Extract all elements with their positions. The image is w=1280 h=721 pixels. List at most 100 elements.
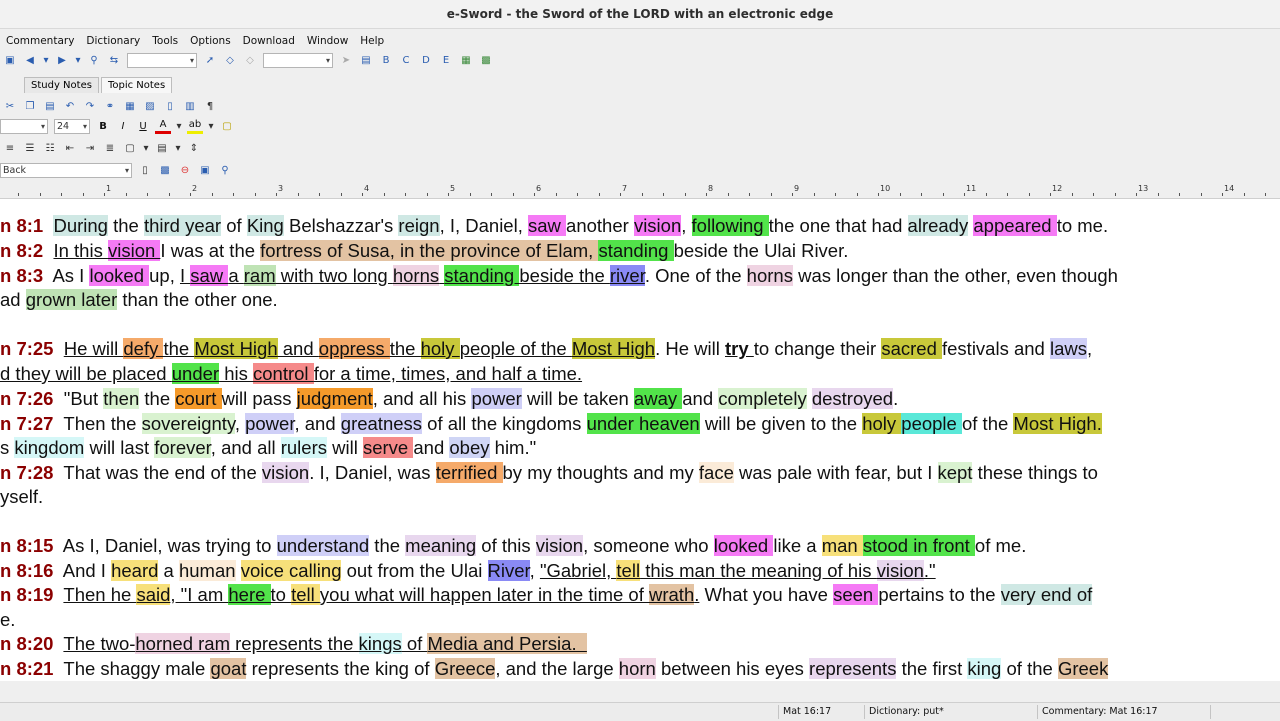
verse-text: Then he (63, 584, 137, 605)
copy-icon[interactable]: ❐ (22, 98, 38, 114)
dictionary-icon[interactable]: D (418, 52, 434, 68)
menu-options[interactable]: Options (184, 35, 237, 47)
highlight-dropdown-icon[interactable]: ▾ (207, 118, 215, 134)
bullet-list-icon[interactable]: ☷ (42, 140, 58, 156)
style-combo[interactable]: Back ▾ (0, 162, 132, 178)
ruler-tick (620, 193, 621, 196)
menu-dictionary[interactable]: Dictionary (80, 35, 146, 47)
verse-reference: n 7:27 (0, 413, 54, 434)
border-icon[interactable]: ▢ (122, 140, 138, 156)
export-icon[interactable]: ▣ (197, 162, 213, 178)
verse-line: n 7:25 He will defy the Most High and op… (0, 337, 1092, 361)
new-page-icon[interactable]: ▯ (137, 162, 153, 178)
note-icon[interactable]: ▢ (219, 118, 235, 134)
forward-dropdown-icon[interactable]: ▾ (74, 52, 82, 68)
image-icon[interactable]: ▦ (458, 52, 474, 68)
cut-icon[interactable]: ✂ (2, 98, 18, 114)
topic-notes-editor[interactable]: n 8:1 During the third year of King Bels… (0, 199, 1280, 681)
verse-text: sacred (881, 338, 942, 359)
verse-line: n 7:26 "But then the court will pass jud… (0, 387, 898, 411)
verse-text: forever (154, 437, 211, 458)
ruler-tick (448, 193, 449, 196)
binoculars-icon[interactable]: ⚲ (86, 52, 102, 68)
ruler-tick (771, 193, 772, 196)
highlight-icon[interactable]: ab (187, 119, 203, 134)
forward-icon[interactable]: ▶ (54, 52, 70, 68)
verse-text: kingdom (14, 437, 85, 458)
ruler[interactable]: 123456789101112131415 (0, 184, 1280, 199)
bold-icon[interactable]: B (95, 118, 111, 134)
verse-reference: n 8:15 (0, 535, 54, 556)
verse-text: like a (773, 535, 822, 556)
lookup-icon[interactable]: ⇆ (106, 52, 122, 68)
verse-text: In this (53, 240, 108, 261)
underline-icon[interactable]: U (135, 118, 151, 134)
verse-text: of me. (974, 535, 1027, 556)
numbered-list-icon[interactable]: ☰ (22, 140, 38, 156)
ruler-number: 10 (880, 184, 891, 193)
ruler-tick (857, 193, 858, 196)
reference-combo[interactable]: ▾ (127, 52, 197, 68)
font-size-combo[interactable]: 24 ▾ (54, 118, 90, 134)
ruler-tick (427, 193, 428, 196)
spacing-dropdown-icon[interactable]: ▾ (174, 140, 182, 156)
verse-text: river (609, 265, 645, 286)
menu-download[interactable]: Download (237, 35, 301, 47)
spacing-icon[interactable]: ▤ (154, 140, 170, 156)
ruler-tick (384, 193, 385, 196)
insert-image-icon[interactable]: ▨ (142, 98, 158, 114)
style-edit-icon[interactable]: ▩ (157, 162, 173, 178)
status-verse-ref: Mat 16:17 (778, 705, 831, 719)
line-spacing-icon[interactable]: ⇕ (186, 140, 202, 156)
link-icon[interactable]: ⚭ (102, 98, 118, 114)
bible-icon[interactable]: B (378, 52, 394, 68)
menu-window[interactable]: Window (301, 35, 354, 47)
back-dropdown-icon[interactable]: ▾ (42, 52, 50, 68)
verse-text: ad (0, 289, 26, 310)
menu-help[interactable]: Help (354, 35, 390, 47)
verse-text: stood in front (862, 535, 975, 556)
verse-line: n 8:21 The shaggy male goat represents t… (0, 657, 1109, 681)
menu-tools[interactable]: Tools (146, 35, 184, 47)
redo-icon[interactable]: ↷ (82, 98, 98, 114)
search-combo[interactable]: ▾ (263, 52, 333, 68)
align-icon[interactable]: ≡ (2, 140, 18, 156)
border-dropdown-icon[interactable]: ▾ (142, 140, 150, 156)
clear-icon[interactable]: ◇ (242, 52, 258, 68)
outdent-icon[interactable]: ⇤ (62, 140, 78, 156)
indent-icon[interactable]: ⇥ (82, 140, 98, 156)
font-color-dropdown-icon[interactable]: ▾ (175, 118, 183, 134)
verse-text (53, 584, 63, 605)
paragraph-format-icon[interactable]: ≣ (102, 140, 118, 156)
undo-icon[interactable]: ↶ (62, 98, 78, 114)
italic-icon[interactable]: I (115, 118, 131, 134)
paste-icon[interactable]: ▤ (42, 98, 58, 114)
ruler-tick (1222, 193, 1223, 196)
verse-text: greatness (340, 413, 423, 434)
page-icon[interactable]: ▯ (162, 98, 178, 114)
commentary-icon[interactable]: C (398, 52, 414, 68)
eraser-icon[interactable]: ◇ (222, 52, 238, 68)
zoom-icon[interactable]: ⚲ (217, 162, 233, 178)
verse-text: judgment (296, 388, 373, 409)
menu-commentary[interactable]: Commentary (0, 35, 80, 47)
editor-icon[interactable]: E (438, 52, 454, 68)
go-icon[interactable]: ➚ (202, 52, 218, 68)
tab-study-notes[interactable]: Study Notes (24, 77, 99, 93)
map-icon[interactable]: ▩ (478, 52, 494, 68)
open-icon[interactable]: ▣ (2, 52, 18, 68)
stop-icon[interactable]: ⊖ (177, 162, 193, 178)
font-color-icon[interactable]: A (155, 119, 171, 134)
ruler-number: 11 (966, 184, 977, 193)
ruler-tick (1244, 193, 1245, 196)
columns-icon[interactable]: ▥ (182, 98, 198, 114)
back-icon[interactable]: ◀ (22, 52, 38, 68)
ruler-tick (749, 193, 750, 196)
pilcrow-icon[interactable]: ¶ (202, 98, 218, 114)
font-name-combo[interactable]: ▾ (0, 118, 48, 134)
ruler-tick (405, 193, 406, 196)
tab-topic-notes[interactable]: Topic Notes (100, 77, 173, 93)
layout-icon[interactable]: ▤ (358, 52, 374, 68)
nav-icon[interactable]: ➤ (338, 52, 354, 68)
table-icon[interactable]: ▦ (122, 98, 138, 114)
